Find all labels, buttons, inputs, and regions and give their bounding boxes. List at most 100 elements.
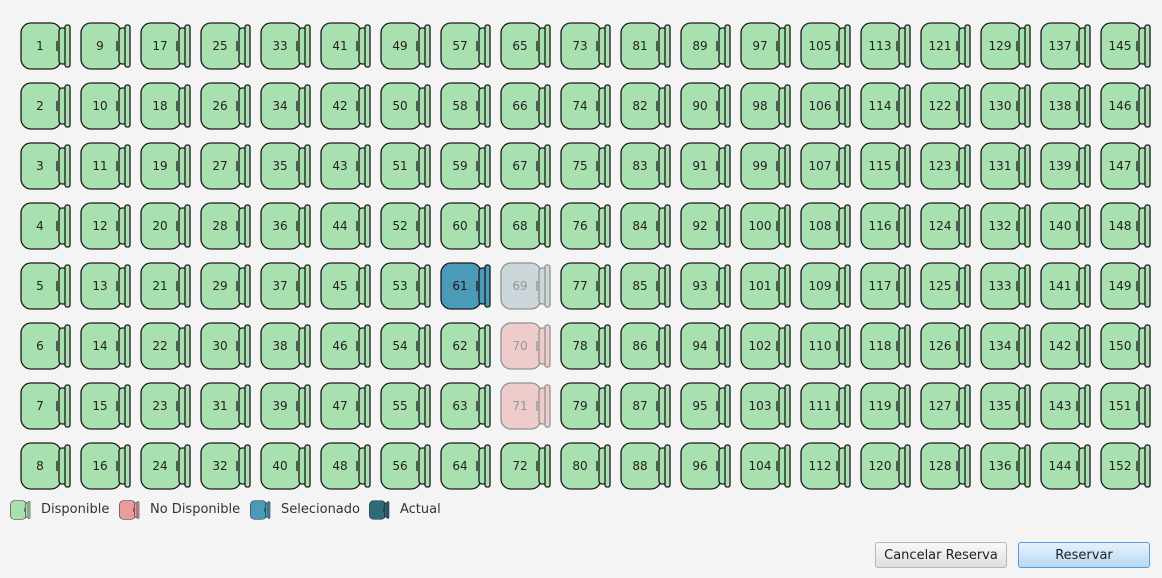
- cancel-reservation-button[interactable]: Cancelar Reserva: [875, 542, 1007, 568]
- seat-3[interactable]: 3: [20, 141, 72, 191]
- seat-141[interactable]: 141: [1040, 261, 1092, 311]
- seat-95[interactable]: 95: [680, 381, 732, 431]
- seat-54[interactable]: 54: [380, 321, 432, 371]
- seat-75[interactable]: 75: [560, 141, 612, 191]
- seat-11[interactable]: 11: [80, 141, 132, 191]
- seat-127[interactable]: 127: [920, 381, 972, 431]
- seat-81[interactable]: 81: [620, 21, 672, 71]
- seat-59[interactable]: 59: [440, 141, 492, 191]
- seat-149[interactable]: 149: [1100, 261, 1152, 311]
- seat-78[interactable]: 78: [560, 321, 612, 371]
- seat-38[interactable]: 38: [260, 321, 312, 371]
- seat-50[interactable]: 50: [380, 81, 432, 131]
- seat-85[interactable]: 85: [620, 261, 672, 311]
- seat-47[interactable]: 47: [320, 381, 372, 431]
- seat-31[interactable]: 31: [200, 381, 252, 431]
- seat-98[interactable]: 98: [740, 81, 792, 131]
- seat-144[interactable]: 144: [1040, 441, 1092, 491]
- seat-136[interactable]: 136: [980, 441, 1032, 491]
- seat-25[interactable]: 25: [200, 21, 252, 71]
- seat-92[interactable]: 92: [680, 201, 732, 251]
- seat-112[interactable]: 112: [800, 441, 852, 491]
- seat-99[interactable]: 99: [740, 141, 792, 191]
- seat-58[interactable]: 58: [440, 81, 492, 131]
- seat-121[interactable]: 121: [920, 21, 972, 71]
- seat-102[interactable]: 102: [740, 321, 792, 371]
- seat-18[interactable]: 18: [140, 81, 192, 131]
- seat-26[interactable]: 26: [200, 81, 252, 131]
- seat-94[interactable]: 94: [680, 321, 732, 371]
- seat-148[interactable]: 148: [1100, 201, 1152, 251]
- seat-90[interactable]: 90: [680, 81, 732, 131]
- seat-65[interactable]: 65: [500, 21, 552, 71]
- seat-117[interactable]: 117: [860, 261, 912, 311]
- seat-2[interactable]: 2: [20, 81, 72, 131]
- seat-119[interactable]: 119: [860, 381, 912, 431]
- seat-40[interactable]: 40: [260, 441, 312, 491]
- seat-83[interactable]: 83: [620, 141, 672, 191]
- seat-86[interactable]: 86: [620, 321, 672, 371]
- seat-21[interactable]: 21: [140, 261, 192, 311]
- seat-87[interactable]: 87: [620, 381, 672, 431]
- seat-7[interactable]: 7: [20, 381, 72, 431]
- seat-108[interactable]: 108: [800, 201, 852, 251]
- seat-142[interactable]: 142: [1040, 321, 1092, 371]
- seat-6[interactable]: 6: [20, 321, 72, 371]
- seat-23[interactable]: 23: [140, 381, 192, 431]
- seat-17[interactable]: 17: [140, 21, 192, 71]
- seat-109[interactable]: 109: [800, 261, 852, 311]
- seat-147[interactable]: 147: [1100, 141, 1152, 191]
- seat-14[interactable]: 14: [80, 321, 132, 371]
- seat-41[interactable]: 41: [320, 21, 372, 71]
- seat-88[interactable]: 88: [620, 441, 672, 491]
- seat-89[interactable]: 89: [680, 21, 732, 71]
- seat-43[interactable]: 43: [320, 141, 372, 191]
- seat-48[interactable]: 48: [320, 441, 372, 491]
- seat-8[interactable]: 8: [20, 441, 72, 491]
- seat-33[interactable]: 33: [260, 21, 312, 71]
- seat-139[interactable]: 139: [1040, 141, 1092, 191]
- seat-151[interactable]: 151: [1100, 381, 1152, 431]
- seat-67[interactable]: 67: [500, 141, 552, 191]
- seat-131[interactable]: 131: [980, 141, 1032, 191]
- seat-111[interactable]: 111: [800, 381, 852, 431]
- seat-15[interactable]: 15: [80, 381, 132, 431]
- seat-10[interactable]: 10: [80, 81, 132, 131]
- seat-69[interactable]: 69: [500, 261, 552, 311]
- seat-34[interactable]: 34: [260, 81, 312, 131]
- seat-61[interactable]: 61: [440, 261, 492, 311]
- seat-93[interactable]: 93: [680, 261, 732, 311]
- seat-134[interactable]: 134: [980, 321, 1032, 371]
- seat-49[interactable]: 49: [380, 21, 432, 71]
- seat-46[interactable]: 46: [320, 321, 372, 371]
- seat-133[interactable]: 133: [980, 261, 1032, 311]
- seat-74[interactable]: 74: [560, 81, 612, 131]
- seat-107[interactable]: 107: [800, 141, 852, 191]
- seat-63[interactable]: 63: [440, 381, 492, 431]
- seat-29[interactable]: 29: [200, 261, 252, 311]
- seat-55[interactable]: 55: [380, 381, 432, 431]
- seat-124[interactable]: 124: [920, 201, 972, 251]
- seat-143[interactable]: 143: [1040, 381, 1092, 431]
- seat-128[interactable]: 128: [920, 441, 972, 491]
- seat-71[interactable]: 71: [500, 381, 552, 431]
- seat-13[interactable]: 13: [80, 261, 132, 311]
- seat-62[interactable]: 62: [440, 321, 492, 371]
- seat-79[interactable]: 79: [560, 381, 612, 431]
- reserve-button[interactable]: Reservar: [1018, 542, 1150, 568]
- seat-132[interactable]: 132: [980, 201, 1032, 251]
- seat-103[interactable]: 103: [740, 381, 792, 431]
- seat-77[interactable]: 77: [560, 261, 612, 311]
- seat-130[interactable]: 130: [980, 81, 1032, 131]
- seat-35[interactable]: 35: [260, 141, 312, 191]
- seat-39[interactable]: 39: [260, 381, 312, 431]
- seat-72[interactable]: 72: [500, 441, 552, 491]
- seat-122[interactable]: 122: [920, 81, 972, 131]
- seat-125[interactable]: 125: [920, 261, 972, 311]
- seat-53[interactable]: 53: [380, 261, 432, 311]
- seat-96[interactable]: 96: [680, 441, 732, 491]
- seat-76[interactable]: 76: [560, 201, 612, 251]
- seat-101[interactable]: 101: [740, 261, 792, 311]
- seat-4[interactable]: 4: [20, 201, 72, 251]
- seat-115[interactable]: 115: [860, 141, 912, 191]
